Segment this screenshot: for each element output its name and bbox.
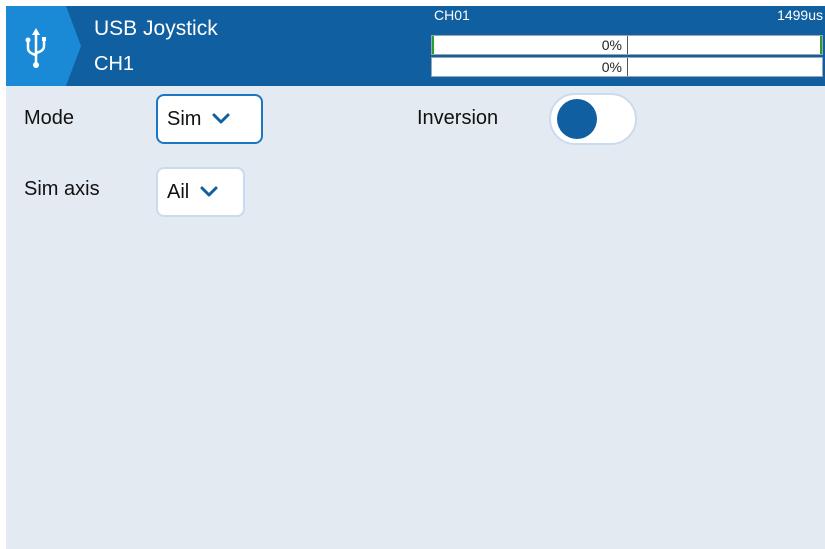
- mode-label: Mode: [24, 107, 75, 129]
- bar-edge-left: [432, 36, 434, 54]
- bar-percent-label: 0%: [601, 59, 622, 75]
- header: USB Joystick CH1 CH01 1499us 0% 0%: [6, 6, 825, 86]
- mode-dropdown[interactable]: Sim: [156, 94, 263, 144]
- inversion-label: Inversion: [417, 107, 499, 129]
- channel-value: 1499us: [777, 7, 823, 23]
- chevron-down-icon: [200, 186, 218, 197]
- inversion-toggle[interactable]: [549, 93, 637, 145]
- page-title: USB Joystick: [94, 17, 218, 40]
- sim-axis-dropdown[interactable]: Ail: [156, 167, 245, 217]
- channel-label: CH01: [434, 7, 470, 23]
- usb-icon: [6, 6, 81, 86]
- bar-percent-label: 0%: [601, 37, 622, 53]
- channel-input-bar: 0%: [431, 57, 823, 77]
- channel-output-bar: 0%: [431, 35, 823, 55]
- bar-edge-right: [820, 36, 822, 54]
- usb-joystick-screen: USB Joystick CH1 CH01 1499us 0% 0% Mode …: [6, 6, 825, 549]
- bar-center-line: [627, 58, 628, 76]
- page-subtitle: CH1: [94, 53, 135, 75]
- sim-axis-label: Sim axis: [24, 178, 100, 200]
- usb-icon-tab[interactable]: [6, 6, 81, 86]
- toggle-knob: [557, 99, 597, 139]
- mode-value: Sim: [167, 107, 202, 130]
- bar-center-line: [627, 36, 628, 54]
- chevron-down-icon: [212, 113, 230, 124]
- sim-axis-value: Ail: [167, 180, 190, 203]
